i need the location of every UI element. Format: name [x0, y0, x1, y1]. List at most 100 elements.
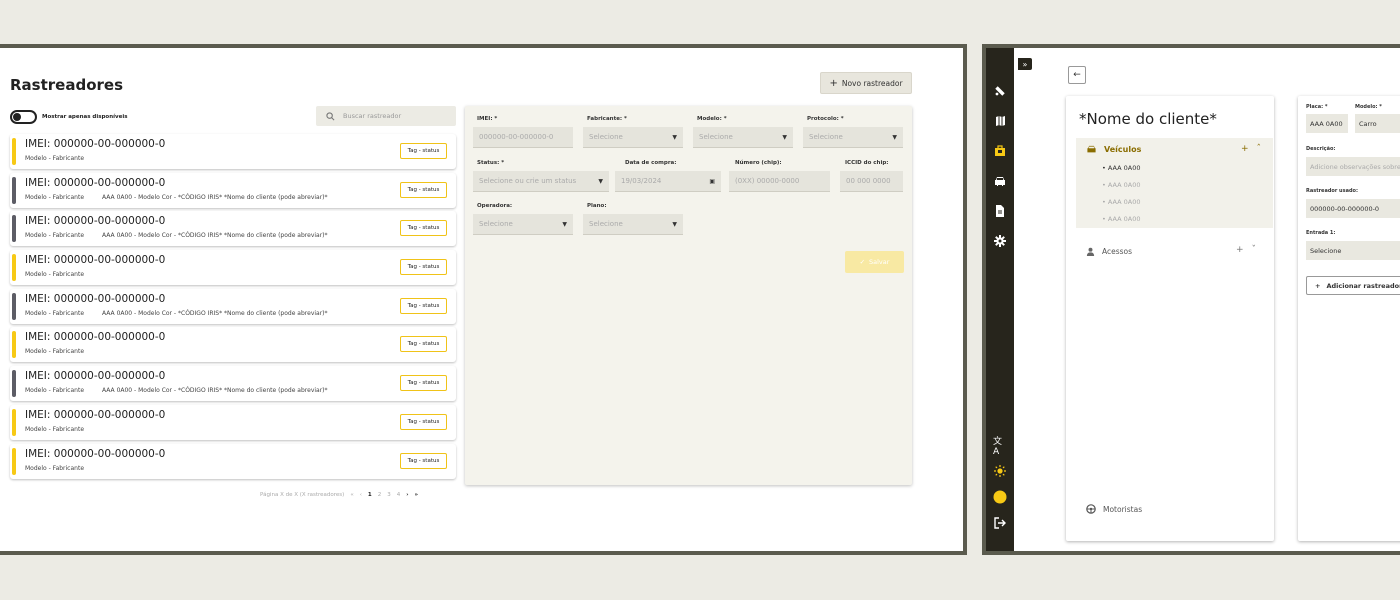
tracker-subtitle: Modelo - Fabricante	[25, 426, 84, 433]
vehicle-item[interactable]: • AAA 0A00	[1102, 215, 1141, 223]
tracker-subtitle: Modelo - Fabricante AAA 0A00 - Modelo Cor…	[25, 232, 328, 239]
caret-down-icon: ▼	[782, 133, 787, 141]
data-compra-label: Data de compra:	[625, 160, 677, 166]
tracker-row[interactable]: IMEI: 000000-00-000000-0 Modelo - Fabrica…	[10, 288, 456, 324]
first-page-icon[interactable]: «	[350, 492, 353, 498]
entrada-select[interactable]: Selecione	[1306, 241, 1400, 260]
add-access-icon[interactable]: +	[1236, 245, 1244, 255]
satellite-icon[interactable]	[993, 84, 1007, 98]
iccid-field[interactable]: 00 000 0000	[840, 171, 903, 192]
back-button[interactable]: ←	[1068, 66, 1086, 84]
calendar-icon[interactable]: ▣	[709, 178, 715, 185]
tracker-subtitle: Modelo - Fabricante	[25, 465, 84, 472]
imei-field[interactable]: 000000-00-000000-0	[473, 127, 573, 148]
status-value: Selecione ou crie um status	[479, 177, 577, 185]
vehicles-header[interactable]: Veículos	[1086, 145, 1141, 154]
tracker-subtitle: Modelo - Fabricante AAA 0A00 - Modelo Cor…	[25, 387, 328, 394]
tracker-model: Modelo - Fabricante	[25, 387, 85, 395]
status-dot-icon[interactable]	[993, 490, 1007, 504]
protocolo-select[interactable]: Selecione ▼	[803, 127, 903, 148]
vehicle-item[interactable]: • AAA 0A00	[1102, 164, 1141, 172]
tracker-row[interactable]: IMEI: 000000-00-000000-0 Modelo - Fabrica…	[10, 134, 456, 169]
sidebar: 文A	[986, 48, 1014, 551]
new-tracker-label: Novo rastreador	[841, 78, 903, 88]
vehicle-item[interactable]: • AAA 0A00	[1102, 198, 1141, 206]
tracker-row[interactable]: IMEI: 000000-00-000000-0 Modelo - Fabrica…	[10, 366, 456, 402]
logout-icon[interactable]	[993, 516, 1007, 530]
tag-status-button[interactable]: Tag - status	[400, 452, 447, 469]
modelo-field[interactable]: Carro	[1355, 114, 1400, 133]
plano-select[interactable]: Selecione ▼	[583, 214, 683, 235]
data-compra-field[interactable]: 19/03/2024 ▣	[615, 171, 721, 192]
tracker-row[interactable]: IMEI: 000000-00-000000-0 Modelo - Fabrica…	[10, 443, 456, 479]
data-compra-value: 19/03/2024	[621, 177, 662, 185]
status-bar	[12, 331, 16, 359]
tracker-imei: IMEI: 000000-00-000000-0	[25, 176, 166, 189]
briefcase-icon[interactable]	[993, 144, 1007, 158]
tag-status-button[interactable]: Tag - status	[400, 413, 447, 430]
chip-field[interactable]: (0XX) 00000-0000	[729, 171, 830, 192]
page-3[interactable]: 3	[387, 492, 391, 498]
tracker-model: Modelo - Fabricante	[25, 464, 85, 472]
operadora-select[interactable]: Selecione ▼	[473, 214, 573, 235]
placa-field[interactable]: AAA 0A00	[1306, 114, 1348, 133]
tag-status-button[interactable]: Tag - status	[400, 143, 447, 159]
search-input[interactable]: Buscar rastreador	[316, 106, 456, 126]
chevron-down-icon[interactable]: ˇ	[1252, 245, 1257, 255]
car-icon[interactable]	[993, 174, 1007, 188]
tracker-subtitle: Modelo - Fabricante AAA 0A00 - Modelo Cor…	[25, 194, 328, 201]
last-page-icon[interactable]: »	[415, 492, 419, 498]
drivers-header[interactable]: Motoristas	[1086, 504, 1142, 514]
accesses-header[interactable]: Acessos	[1086, 247, 1132, 256]
add-tracker-button[interactable]: + Adicionar rastreador	[1306, 276, 1400, 295]
tag-status-button[interactable]: Tag - status	[400, 220, 447, 237]
new-tracker-button[interactable]: + Novo rastreador	[820, 72, 912, 94]
descricao-field[interactable]: Adicione observações sobre	[1306, 157, 1400, 176]
steering-wheel-icon	[1086, 504, 1096, 514]
chevron-up-icon[interactable]: ˆ	[1257, 144, 1262, 154]
operadora-label: Operadora:	[477, 203, 513, 209]
caret-down-icon: ▼	[598, 177, 603, 185]
plano-value: Selecione	[589, 220, 623, 228]
tracker-row[interactable]: IMEI: 000000-00-000000-0 Modelo - Fabrica…	[10, 327, 456, 363]
tag-status-button[interactable]: Tag - status	[400, 259, 447, 276]
fabricante-select[interactable]: Selecione ▼	[583, 127, 683, 148]
page-1[interactable]: 1	[368, 492, 372, 498]
gear-icon[interactable]	[993, 234, 1007, 248]
document-icon[interactable]	[993, 204, 1007, 218]
tracker-imei: IMEI: 000000-00-000000-0	[25, 370, 166, 383]
vehicles-section: Veículos + ˆ • AAA 0A00 • AAA 0A00 • AAA…	[1076, 138, 1273, 228]
tracker-row[interactable]: IMEI: 000000-00-000000-0 Modelo - Fabrica…	[10, 250, 456, 286]
fabricante-value: Selecione	[589, 133, 623, 141]
tag-status-button[interactable]: Tag - status	[400, 375, 447, 392]
page-4[interactable]: 4	[397, 492, 401, 498]
tracker-row[interactable]: IMEI: 000000-00-000000-0 Modelo - Fabrica…	[10, 211, 456, 247]
tag-status-button[interactable]: Tag - status	[400, 181, 447, 198]
sun-icon[interactable]	[993, 464, 1007, 478]
tracker-row[interactable]: IMEI: 000000-00-000000-0 Modelo - Fabrica…	[10, 172, 456, 208]
next-page-icon[interactable]: ›	[406, 492, 408, 498]
tag-status-button[interactable]: Tag - status	[400, 297, 447, 314]
add-vehicle-icon[interactable]: +	[1241, 144, 1249, 154]
tracker-model: Modelo - Fabricante	[25, 348, 85, 356]
tracker-row[interactable]: IMEI: 000000-00-000000-0 Modelo - Fabrica…	[10, 404, 456, 440]
translate-icon[interactable]: 文A	[993, 437, 1007, 457]
map-icon[interactable]	[993, 114, 1007, 128]
vehicle-item[interactable]: • AAA 0A00	[1102, 181, 1141, 189]
save-button[interactable]: ✓ Salvar	[845, 251, 904, 273]
tracker-model: Modelo - Fabricante	[25, 309, 85, 317]
expand-sidebar-icon[interactable]: »	[1018, 58, 1032, 70]
search-placeholder: Buscar rastreador	[343, 112, 402, 120]
status-select[interactable]: Selecione ou crie um status ▼	[473, 171, 609, 192]
tracker-vehicle-info: AAA 0A00 - Modelo Cor - *CÓDIGO IRIS* *N…	[102, 309, 328, 317]
tag-status-button[interactable]: Tag - status	[400, 336, 447, 353]
prev-page-icon[interactable]: ‹	[360, 492, 362, 498]
available-only-toggle[interactable]	[10, 110, 37, 124]
modelo-select[interactable]: Selecione ▼	[693, 127, 793, 148]
caret-down-icon: ▼	[892, 133, 897, 141]
imei-placeholder: 000000-00-000000-0	[479, 133, 554, 141]
rastreador-select[interactable]: 000000-00-000000-0	[1306, 199, 1400, 218]
save-label: Salvar	[869, 258, 890, 266]
page-2[interactable]: 2	[378, 492, 382, 498]
tracker-imei: IMEI: 000000-00-000000-0	[25, 254, 166, 267]
